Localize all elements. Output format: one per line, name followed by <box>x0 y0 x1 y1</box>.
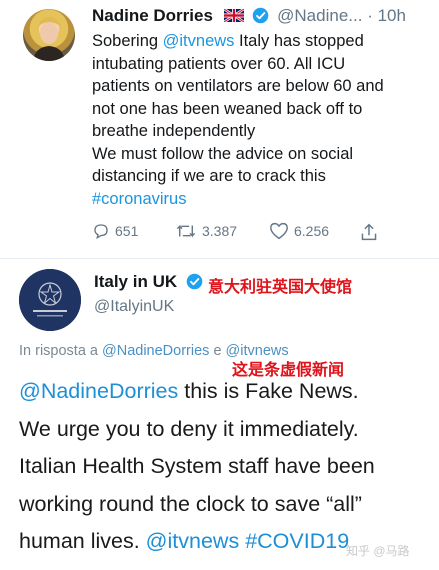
watermark: 知乎 @马路 <box>346 544 410 558</box>
tweet-line: distancing if we are to crack this <box>92 167 326 185</box>
text-span: this is Fake News. <box>178 379 359 403</box>
hashtag-link[interactable]: #COVID19 <box>245 529 349 553</box>
heart-icon <box>270 222 288 240</box>
mention-link[interactable]: @NadineDorries <box>19 379 178 403</box>
mention-link[interactable]: @itvnews <box>163 32 235 50</box>
verified-badge-icon <box>186 273 203 290</box>
reply-icon <box>94 224 108 240</box>
share-icon <box>361 223 377 241</box>
author-handle[interactable]: @Nadine... <box>277 6 362 25</box>
tweet-line: Italian Health System staff have been <box>19 454 375 478</box>
reply-prefix: In risposta a <box>19 343 103 359</box>
author-handle[interactable]: @ItalyinUK <box>94 298 174 316</box>
tweet-italy-in-uk[interactable]: Italy in UK 意大利驻英国大使馆 @ItalyinUK In risp… <box>0 259 439 570</box>
tweet-line: working round the clock to save “all” <box>19 491 362 516</box>
reply-button[interactable]: 651 <box>92 222 138 240</box>
share-button[interactable] <box>360 222 383 242</box>
retweet-count: 3.387 <box>202 223 238 239</box>
tweet-line: Sobering @itvnews Italy has stopped <box>92 30 427 53</box>
tweet-line: not one has been weaned back off to <box>92 99 363 118</box>
tweet-header: Nadine Dorries @Nadine... · 10h <box>92 6 406 26</box>
separator-dot: · <box>367 6 373 25</box>
reply-mid: e <box>209 343 226 359</box>
retweet-button[interactable]: 3.387 <box>175 222 237 240</box>
like-button[interactable]: 6.256 <box>269 222 329 240</box>
tweet-nadine-dorries[interactable]: Nadine Dorries @Nadine... · 10h Sobering… <box>0 0 439 258</box>
verified-badge-icon <box>253 7 269 24</box>
tweet-line: @NadineDorries this is Fake News. <box>19 373 434 411</box>
avatar[interactable] <box>23 9 75 61</box>
tweet-text: Sobering @itvnews Italy has stopped intu… <box>92 30 427 210</box>
tweet-line: We must follow the advice on social <box>92 144 354 163</box>
mention-link[interactable]: @itvnews <box>146 529 240 553</box>
text-span: Sobering <box>92 32 163 50</box>
embassy-emblem-icon <box>19 269 81 331</box>
tweet-time[interactable]: 10h <box>378 6 406 25</box>
text-span: human lives. <box>19 529 146 553</box>
tweet-line: breathe independently <box>92 122 256 140</box>
retweet-icon <box>176 224 196 238</box>
reply-count: 651 <box>115 223 139 239</box>
tweet-line: #coronavirus <box>92 188 427 211</box>
text-span: Italy has stopped <box>234 32 364 50</box>
tweet-line: intubating patients over 60. All ICU <box>92 54 346 73</box>
avatar-portrait-icon <box>33 17 65 61</box>
avatar[interactable] <box>19 269 81 331</box>
hashtag-link[interactable]: #coronavirus <box>92 190 186 208</box>
author-name[interactable]: Nadine Dorries <box>92 6 213 25</box>
author-name[interactable]: Italy in UK <box>94 272 177 291</box>
tweet-line: patients on ventilators are below 60 and <box>92 77 384 95</box>
uk-flag-icon <box>223 9 244 22</box>
author-name-row: Italy in UK <box>94 272 203 292</box>
tweet-line: We urge you to deny it immediately. <box>19 416 359 441</box>
tweet-text: @NadineDorries this is Fake News. We urg… <box>19 373 434 561</box>
mention-link[interactable]: @NadineDorries <box>102 343 209 359</box>
annotation-embassy: 意大利驻英国大使馆 <box>208 279 353 296</box>
like-count: 6.256 <box>294 223 330 239</box>
